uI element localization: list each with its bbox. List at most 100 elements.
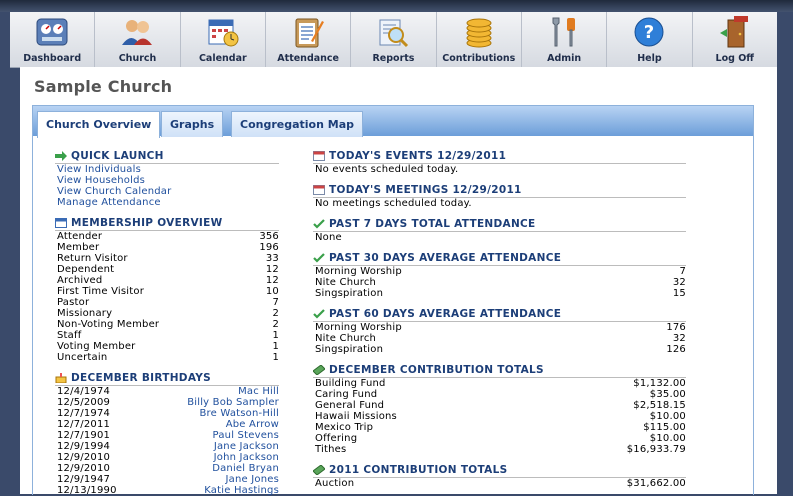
birthday-row: 12/4/1974 Mac Hill bbox=[55, 386, 279, 397]
membership-label: Return Visitor bbox=[57, 253, 128, 264]
past60-row: Nite Church 32 bbox=[313, 333, 686, 344]
table-icon bbox=[55, 218, 67, 228]
membership-label: Member bbox=[57, 242, 100, 253]
fund-amount: $2,518.15 bbox=[633, 400, 686, 411]
service-label: Nite Church bbox=[315, 277, 377, 288]
contribution-row: Building Fund $1,132.00 bbox=[313, 378, 686, 389]
membership-count: 1 bbox=[272, 352, 279, 363]
service-count: 126 bbox=[666, 344, 686, 355]
quick-launch-title: QUICK LAUNCH bbox=[71, 150, 164, 162]
fund-label: Caring Fund bbox=[315, 389, 378, 400]
contribution-row: Tithes $16,933.79 bbox=[313, 444, 686, 455]
birthday-name-link[interactable]: Jane Jackson bbox=[214, 441, 279, 452]
nav-logoff[interactable]: Log Off bbox=[693, 12, 777, 67]
past30-row: Morning Worship 7 bbox=[313, 266, 686, 277]
nav-attendance-label: Attendance bbox=[277, 53, 339, 64]
link-view-individuals[interactable]: View Individuals bbox=[55, 164, 279, 175]
birthday-row: 12/9/2010 Daniel Bryan bbox=[55, 463, 279, 474]
birthday-name-link[interactable]: Jane Jones bbox=[225, 474, 279, 485]
membership-row: Member 196 bbox=[55, 242, 279, 253]
service-count: 176 bbox=[666, 322, 686, 333]
birthday-date: 12/5/2009 bbox=[57, 397, 111, 408]
birthday-name-link[interactable]: John Jackson bbox=[214, 452, 279, 463]
fund-amount: $35.00 bbox=[649, 389, 686, 400]
link-manage-attendance[interactable]: Manage Attendance bbox=[55, 197, 279, 208]
birthday-row: 12/5/2009 Billy Bob Sampler bbox=[55, 397, 279, 408]
money-icon bbox=[312, 464, 326, 476]
membership-label: Missionary bbox=[57, 308, 113, 319]
link-view-households[interactable]: View Households bbox=[55, 175, 279, 186]
nav-dashboard-label: Dashboard bbox=[23, 53, 82, 64]
birthday-row: 12/9/2010 John Jackson bbox=[55, 452, 279, 463]
membership-label: Pastor bbox=[57, 297, 90, 308]
checkmark-icon bbox=[313, 309, 325, 319]
birthday-name-link[interactable]: Katie Hastings bbox=[204, 485, 279, 496]
birthday-date: 12/13/1990 bbox=[57, 485, 117, 496]
fund-label: Auction bbox=[315, 478, 355, 489]
calendar-icon bbox=[204, 14, 242, 50]
birthday-name-link[interactable]: Bre Watson-Hill bbox=[199, 408, 279, 419]
birthday-name-link[interactable]: Abe Arrow bbox=[226, 419, 279, 430]
page-title: Sample Church bbox=[34, 77, 173, 96]
fund-label: Building Fund bbox=[315, 378, 386, 389]
todays-events-text: No events scheduled today. bbox=[315, 164, 459, 175]
past60-row: Morning Worship 176 bbox=[313, 322, 686, 333]
membership-row: Archived 12 bbox=[55, 275, 279, 286]
nav-contributions[interactable]: Contributions bbox=[437, 12, 522, 67]
money-icon bbox=[312, 364, 326, 376]
membership-count: 12 bbox=[265, 275, 279, 286]
membership-row: Attender 356 bbox=[55, 231, 279, 242]
service-count: 32 bbox=[672, 277, 686, 288]
fund-amount: $10.00 bbox=[649, 433, 686, 444]
fund-amount: $31,662.00 bbox=[626, 478, 686, 489]
fund-amount: $10.00 bbox=[649, 411, 686, 422]
membership-count: 7 bbox=[272, 297, 279, 308]
birthday-name-link[interactable]: Billy Bob Sampler bbox=[187, 397, 279, 408]
birthday-date: 12/9/1947 bbox=[57, 474, 111, 485]
nav-calendar-label: Calendar bbox=[198, 53, 247, 64]
tab-congregation-map[interactable]: Congregation Map bbox=[231, 111, 364, 137]
membership-label: Archived bbox=[57, 275, 103, 286]
birthday-name-link[interactable]: Paul Stevens bbox=[213, 430, 279, 441]
past60-header: PAST 60 DAYS AVERAGE ATTENDANCE bbox=[313, 308, 686, 322]
nav-church-label: Church bbox=[118, 53, 157, 64]
fund-label: Hawaii Missions bbox=[315, 411, 397, 422]
main-nav-bar: Dashboard Church Calendar Attendance Rep… bbox=[10, 12, 777, 68]
membership-row: Missionary 2 bbox=[55, 308, 279, 319]
membership-count: 2 bbox=[272, 308, 279, 319]
nav-admin[interactable]: Admin bbox=[522, 12, 608, 67]
birthday-name-link[interactable]: Mac Hill bbox=[238, 386, 279, 397]
service-count: 7 bbox=[679, 266, 686, 277]
todays-meetings-title: TODAY'S MEETINGS 12/29/2011 bbox=[329, 184, 522, 196]
service-label: Morning Worship bbox=[315, 322, 402, 333]
birthday-date: 12/7/1974 bbox=[57, 408, 111, 419]
year-contributions-header: 2011 CONTRIBUTION TOTALS bbox=[312, 464, 686, 478]
fund-amount: $1,132.00 bbox=[633, 378, 686, 389]
past60-row: Singspiration 126 bbox=[313, 344, 686, 355]
nav-church[interactable]: Church bbox=[95, 12, 181, 67]
reports-icon bbox=[374, 14, 412, 50]
birthday-row: 12/7/2011 Abe Arrow bbox=[55, 419, 279, 430]
birthday-row: 12/7/1974 Bre Watson-Hill bbox=[55, 408, 279, 419]
tab-graphs[interactable]: Graphs bbox=[161, 111, 224, 137]
nav-dashboard[interactable]: Dashboard bbox=[10, 12, 96, 67]
birthday-name-link[interactable]: Daniel Bryan bbox=[212, 463, 279, 474]
nav-help[interactable]: ? Help bbox=[607, 12, 693, 67]
membership-label: Dependent bbox=[57, 264, 115, 275]
main-content: Sample Church Church Overview Graphs Con… bbox=[20, 67, 777, 496]
birthday-row: 12/9/1947 Jane Jones bbox=[55, 474, 279, 485]
nav-reports[interactable]: Reports bbox=[351, 12, 437, 67]
service-label: Nite Church bbox=[315, 333, 377, 344]
birthday-date: 12/7/2011 bbox=[57, 419, 111, 430]
tab-church-overview[interactable]: Church Overview bbox=[37, 111, 161, 138]
tab-bar: Church Overview Graphs Congregation Map bbox=[33, 106, 753, 138]
calendar-small-icon bbox=[313, 185, 325, 195]
left-column: QUICK LAUNCH View Individuals View House… bbox=[55, 150, 279, 496]
nav-calendar[interactable]: Calendar bbox=[181, 12, 266, 67]
todays-meetings-header: TODAY'S MEETINGS 12/29/2011 bbox=[313, 184, 686, 198]
link-view-church-calendar[interactable]: View Church Calendar bbox=[55, 186, 279, 197]
membership-count: 356 bbox=[259, 231, 279, 242]
membership-row: Return Visitor 33 bbox=[55, 253, 279, 264]
nav-attendance[interactable]: Attendance bbox=[266, 12, 352, 67]
membership-row: Dependent 12 bbox=[55, 264, 279, 275]
